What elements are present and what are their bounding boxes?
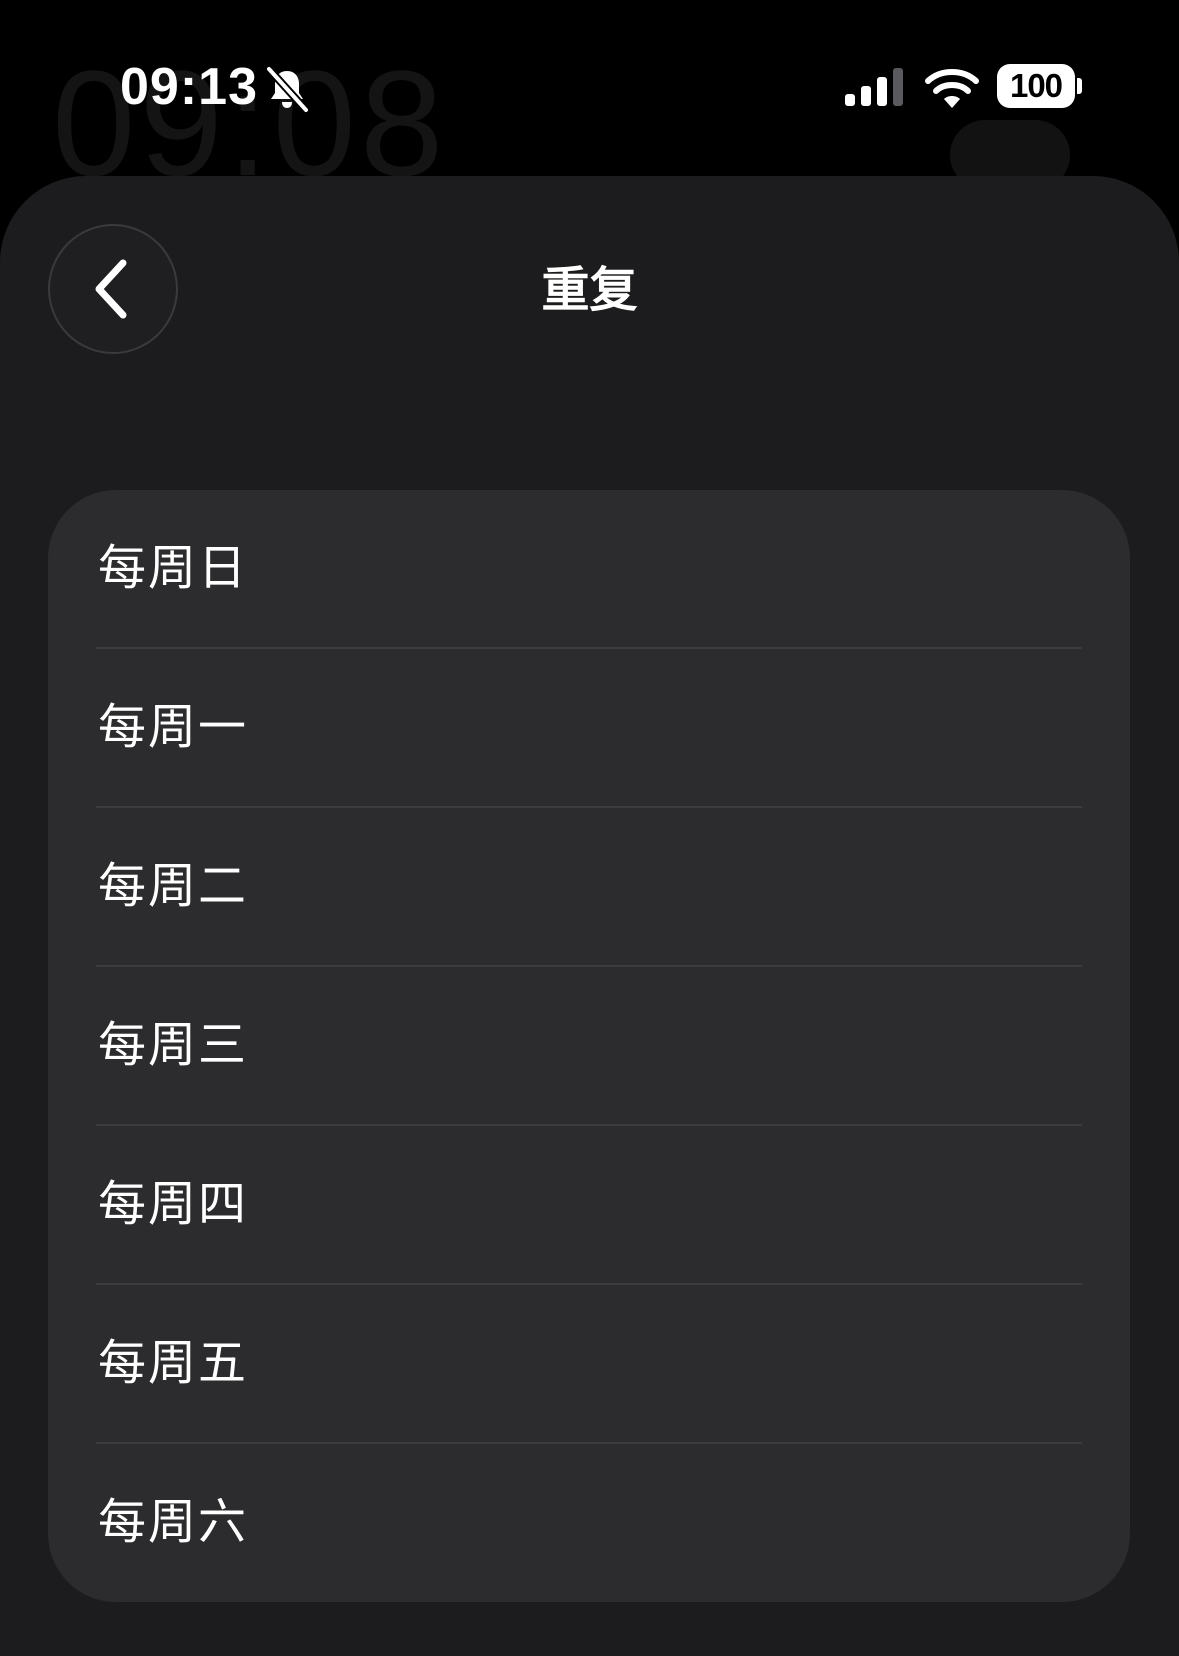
list-item-label: 每周五 <box>98 1335 249 1391</box>
battery-level: 100 <box>1009 67 1063 104</box>
repeat-sheet: 重复 每周日 每周一 每周二 每周三 每周四 每周五 每周六 <box>0 176 1179 1656</box>
list-item-wednesday[interactable]: 每周三 <box>48 967 1130 1126</box>
list-item-friday[interactable]: 每周五 <box>48 1285 1130 1444</box>
list-item-saturday[interactable]: 每周六 <box>48 1444 1130 1602</box>
battery-cap <box>1077 78 1082 94</box>
list-item-tuesday[interactable]: 每周二 <box>48 808 1130 967</box>
wifi-icon <box>925 69 979 108</box>
list-item-label: 每周四 <box>98 1176 249 1232</box>
battery-icon: 100 <box>997 64 1082 108</box>
battery-body: 100 <box>997 64 1075 108</box>
list-item-label: 每周一 <box>98 699 249 755</box>
list-item-label: 每周二 <box>98 858 249 914</box>
list-item-thursday[interactable]: 每周四 <box>48 1126 1130 1285</box>
bell-slash-icon <box>265 65 310 114</box>
cellular-signal-icon <box>845 68 903 106</box>
repeat-options-list: 每周日 每周一 每周二 每周三 每周四 每周五 每周六 <box>48 490 1130 1602</box>
list-item-label: 每周六 <box>98 1494 249 1550</box>
list-item-monday[interactable]: 每周一 <box>48 649 1130 808</box>
status-time: 09:13 <box>120 58 258 116</box>
list-item-sunday[interactable]: 每周日 <box>48 490 1130 649</box>
page-title: 重复 <box>541 262 638 318</box>
list-item-label: 每周日 <box>98 540 249 596</box>
screen: 09:08 09:13 100 重复 每周日 每周一 每周二 每周三 每周四 每… <box>0 0 1179 1656</box>
list-item-label: 每周三 <box>98 1017 249 1073</box>
status-bar: 09:13 100 <box>0 0 1179 170</box>
